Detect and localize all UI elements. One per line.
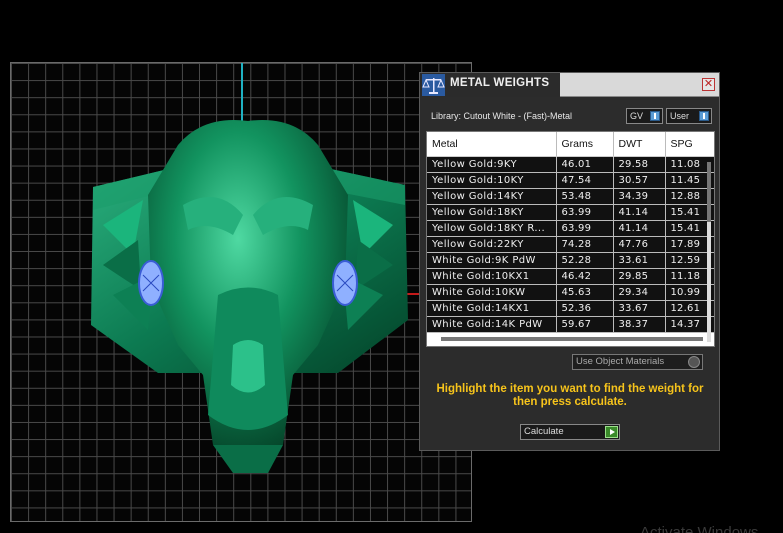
- cell-grams: 53.48: [556, 188, 614, 205]
- table-row[interactable]: White Gold:14KX1 52.36 33.67 12.61: [427, 300, 714, 317]
- cell-grams: 46.01: [556, 156, 614, 173]
- 3d-viewport[interactable]: [10, 62, 472, 522]
- cell-metal: Yellow Gold:10KY: [427, 172, 557, 189]
- user-toggle[interactable]: User: [666, 108, 712, 124]
- toggle-knob-icon: [699, 111, 709, 121]
- cell-grams: 63.99: [556, 204, 614, 221]
- toggle-knob-icon: [650, 111, 660, 121]
- table-row[interactable]: White Gold:10KX1 46.42 29.85 11.18: [427, 268, 714, 285]
- column-header-dwt[interactable]: DWT: [613, 132, 666, 157]
- cell-metal: White Gold:9K PdW: [427, 252, 557, 269]
- wolf-ring-model[interactable]: [83, 115, 413, 485]
- table-header-row: Metal Grams DWT SPG: [427, 132, 714, 157]
- title-tab: METAL WEIGHTS: [420, 73, 560, 97]
- table-row[interactable]: White Gold:14K PdW 59.67 38.37 14.37: [427, 316, 714, 333]
- cell-grams: 74.28: [556, 236, 614, 253]
- cell-dwt: 29.85: [613, 268, 666, 285]
- table-row[interactable]: Yellow Gold:22KY 74.28 47.76 17.89: [427, 236, 714, 253]
- cell-dwt: 41.14: [613, 220, 666, 237]
- horizontal-scrollbar[interactable]: [441, 337, 703, 341]
- column-header-metal[interactable]: Metal: [427, 132, 557, 157]
- cell-dwt: 47.76: [613, 236, 666, 253]
- cell-dwt: 29.34: [613, 284, 666, 301]
- cell-metal: White Gold:14KX1: [427, 300, 557, 317]
- column-header-grams[interactable]: Grams: [556, 132, 614, 157]
- use-object-materials-toggle[interactable]: Use Object Materials: [572, 354, 703, 370]
- vertical-scrollbar[interactable]: [707, 162, 711, 342]
- dialog-title: METAL WEIGHTS: [450, 77, 550, 89]
- use-object-materials-label: Use Object Materials: [576, 356, 665, 367]
- cell-metal: Yellow Gold:18KY: [427, 204, 557, 221]
- cell-metal: Yellow Gold:9KY: [427, 156, 557, 173]
- radio-circle-icon: [688, 356, 700, 368]
- cell-grams: 63.99: [556, 220, 614, 237]
- metal-weights-dialog: METAL WEIGHTS ✕ Library: Cutout White - …: [419, 72, 720, 451]
- library-label: Library: Cutout White - (Fast)-Metal: [431, 111, 573, 121]
- table-row[interactable]: White Gold:9K PdW 52.28 33.61 12.59: [427, 252, 714, 269]
- column-header-spg[interactable]: SPG: [665, 132, 714, 157]
- cell-dwt: 38.37: [613, 316, 666, 333]
- cell-metal: Yellow Gold:22KY: [427, 236, 557, 253]
- cell-metal: Yellow Gold:14KY: [427, 188, 557, 205]
- gv-toggle[interactable]: GV: [626, 108, 663, 124]
- cell-metal: White Gold:10KW: [427, 284, 557, 301]
- cell-dwt: 33.67: [613, 300, 666, 317]
- cell-dwt: 30.57: [613, 172, 666, 189]
- scale-icon: [422, 74, 445, 96]
- table-row[interactable]: White Gold:10KW 45.63 29.34 10.99: [427, 284, 714, 301]
- cell-metal: White Gold:10KX1: [427, 268, 557, 285]
- cell-dwt: 29.58: [613, 156, 666, 173]
- cell-grams: 45.63: [556, 284, 614, 301]
- table-row[interactable]: Yellow Gold:18KY 63.99 41.14 15.41: [427, 204, 714, 221]
- cell-dwt: 41.14: [613, 204, 666, 221]
- cell-grams: 52.36: [556, 300, 614, 317]
- calculate-button[interactable]: Calculate: [520, 424, 620, 440]
- user-toggle-label: User: [670, 111, 690, 121]
- table-row[interactable]: Yellow Gold:10KY 47.54 30.57 11.45: [427, 172, 714, 189]
- y-axis-line: [241, 63, 243, 123]
- cell-grams: 52.28: [556, 252, 614, 269]
- activate-windows-watermark: Activate Windows: [640, 524, 759, 533]
- cell-dwt: 34.39: [613, 188, 666, 205]
- play-icon: [605, 426, 618, 438]
- cell-dwt: 33.61: [613, 252, 666, 269]
- cell-metal: White Gold:14K PdW: [427, 316, 557, 333]
- cell-grams: 47.54: [556, 172, 614, 189]
- cell-metal: Yellow Gold:18KY R...: [427, 220, 557, 237]
- table-row[interactable]: Yellow Gold:9KY 46.01 29.58 11.08: [427, 156, 714, 173]
- gv-toggle-label: GV: [630, 111, 644, 121]
- instructions-text: Highlight the item you want to find the …: [436, 383, 704, 408]
- cell-grams: 59.67: [556, 316, 614, 333]
- metal-weights-table[interactable]: Metal Grams DWT SPG Yellow Gold:9KY 46.01…: [426, 131, 715, 347]
- dialog-titlebar[interactable]: METAL WEIGHTS ✕: [420, 73, 719, 97]
- cell-grams: 46.42: [556, 268, 614, 285]
- table-row[interactable]: Yellow Gold:18KY R... 63.99 41.14 15.41: [427, 220, 714, 237]
- close-button[interactable]: ✕: [702, 78, 715, 91]
- table-row[interactable]: Yellow Gold:14KY 53.48 34.39 12.88: [427, 188, 714, 205]
- calculate-label: Calculate: [524, 426, 564, 437]
